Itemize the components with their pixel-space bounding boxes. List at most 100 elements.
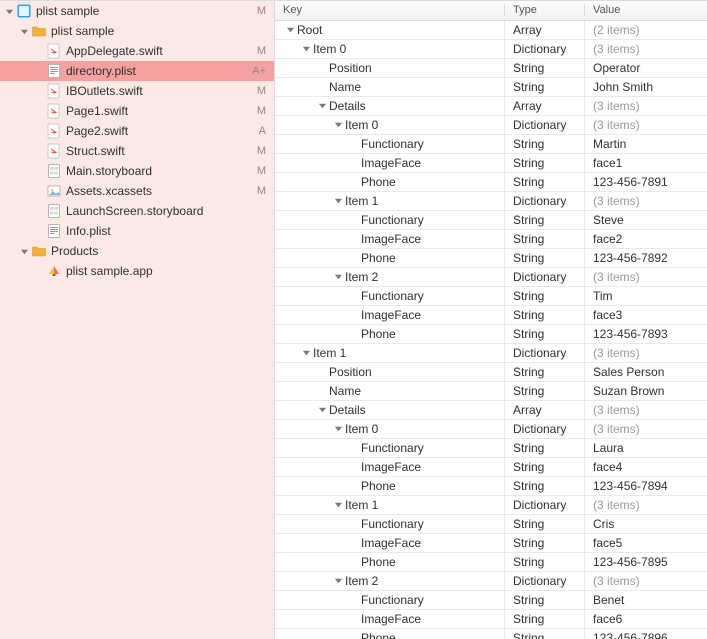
plist-key-cell[interactable]: Functionary	[275, 591, 505, 609]
plist-type-cell[interactable]: String	[505, 477, 585, 495]
plist-type-cell[interactable]: String	[505, 439, 585, 457]
plist-row[interactable]: ImageFaceStringface3	[275, 306, 707, 325]
plist-type-cell[interactable]: String	[505, 59, 585, 77]
plist-value-cell[interactable]: (3 items)	[585, 401, 707, 419]
navigator-item[interactable]: Products	[0, 241, 274, 261]
disclosure-triangle-icon[interactable]	[333, 272, 343, 282]
navigator-item[interactable]: LaunchScreen.storyboard	[0, 201, 274, 221]
plist-type-cell[interactable]: String	[505, 135, 585, 153]
plist-key-cell[interactable]: Functionary	[275, 515, 505, 533]
plist-value-cell[interactable]: Laura	[585, 439, 707, 457]
plist-type-cell[interactable]: String	[505, 363, 585, 381]
plist-key-cell[interactable]: Phone	[275, 553, 505, 571]
plist-value-cell[interactable]: (3 items)	[585, 40, 707, 58]
disclosure-triangle-icon[interactable]	[285, 25, 295, 35]
plist-value-cell[interactable]: 123-456-7896	[585, 629, 707, 639]
plist-key-cell[interactable]: Functionary	[275, 135, 505, 153]
plist-type-cell[interactable]: String	[505, 78, 585, 96]
disclosure-triangle-icon[interactable]	[19, 246, 29, 256]
plist-type-cell[interactable]: String	[505, 553, 585, 571]
plist-value-cell[interactable]: (2 items)	[585, 21, 707, 39]
plist-row[interactable]: FunctionaryStringLaura	[275, 439, 707, 458]
plist-type-cell[interactable]: String	[505, 515, 585, 533]
disclosure-triangle-icon[interactable]	[333, 120, 343, 130]
plist-key-cell[interactable]: Functionary	[275, 287, 505, 305]
plist-value-cell[interactable]: (3 items)	[585, 420, 707, 438]
plist-type-cell[interactable]: String	[505, 230, 585, 248]
plist-type-cell[interactable]: String	[505, 211, 585, 229]
plist-value-cell[interactable]: Suzan Brown	[585, 382, 707, 400]
plist-value-cell[interactable]: face4	[585, 458, 707, 476]
plist-row[interactable]: NameStringJohn Smith	[275, 78, 707, 97]
plist-row[interactable]: Item 2Dictionary(3 items)	[275, 572, 707, 591]
plist-type-cell[interactable]: String	[505, 173, 585, 191]
plist-row[interactable]: PhoneString123-456-7891	[275, 173, 707, 192]
navigator-item[interactable]: Page1.swiftM	[0, 101, 274, 121]
plist-value-cell[interactable]: (3 items)	[585, 572, 707, 590]
plist-type-cell[interactable]: String	[505, 610, 585, 628]
plist-value-cell[interactable]: 123-456-7893	[585, 325, 707, 343]
plist-key-cell[interactable]: ImageFace	[275, 610, 505, 628]
plist-value-cell[interactable]: face1	[585, 154, 707, 172]
plist-row[interactable]: PositionStringSales Person	[275, 363, 707, 382]
plist-key-cell[interactable]: Position	[275, 59, 505, 77]
navigator-item[interactable]: plist sampleM	[0, 1, 274, 21]
plist-key-cell[interactable]: Details	[275, 97, 505, 115]
plist-key-cell[interactable]: Item 0	[275, 40, 505, 58]
plist-key-cell[interactable]: Phone	[275, 325, 505, 343]
disclosure-triangle-icon[interactable]	[333, 576, 343, 586]
plist-row[interactable]: PositionStringOperator	[275, 59, 707, 78]
plist-row[interactable]: ImageFaceStringface6	[275, 610, 707, 629]
plist-key-cell[interactable]: ImageFace	[275, 154, 505, 172]
plist-row[interactable]: PhoneString123-456-7892	[275, 249, 707, 268]
navigator-item[interactable]: Assets.xcassetsM	[0, 181, 274, 201]
plist-value-cell[interactable]: 123-456-7894	[585, 477, 707, 495]
plist-key-cell[interactable]: Name	[275, 78, 505, 96]
plist-value-cell[interactable]: (3 items)	[585, 116, 707, 134]
navigator-item[interactable]: AppDelegate.swiftM	[0, 41, 274, 61]
plist-row[interactable]: FunctionaryStringBenet	[275, 591, 707, 610]
plist-key-cell[interactable]: Phone	[275, 629, 505, 639]
disclosure-triangle-icon[interactable]	[317, 405, 327, 415]
plist-row[interactable]: RootArray(2 items)	[275, 21, 707, 40]
navigator-item[interactable]: plist sample	[0, 21, 274, 41]
plist-row[interactable]: Item 2Dictionary(3 items)	[275, 268, 707, 287]
navigator-item[interactable]: Struct.swiftM	[0, 141, 274, 161]
plist-value-cell[interactable]: face2	[585, 230, 707, 248]
plist-row[interactable]: DetailsArray(3 items)	[275, 97, 707, 116]
disclosure-triangle-icon[interactable]	[333, 424, 343, 434]
plist-value-cell[interactable]: Operator	[585, 59, 707, 77]
plist-value-cell[interactable]: Cris	[585, 515, 707, 533]
plist-row[interactable]: FunctionaryStringCris	[275, 515, 707, 534]
plist-value-cell[interactable]: Tim	[585, 287, 707, 305]
plist-row[interactable]: FunctionaryStringMartin	[275, 135, 707, 154]
plist-value-cell[interactable]: Steve	[585, 211, 707, 229]
plist-key-cell[interactable]: Item 0	[275, 116, 505, 134]
plist-key-cell[interactable]: Phone	[275, 249, 505, 267]
plist-row[interactable]: ImageFaceStringface5	[275, 534, 707, 553]
navigator-item[interactable]: plist sample.app	[0, 261, 274, 281]
plist-type-cell[interactable]: Dictionary	[505, 40, 585, 58]
plist-row[interactable]: ImageFaceStringface2	[275, 230, 707, 249]
plist-type-cell[interactable]: String	[505, 382, 585, 400]
navigator-item[interactable]: Page2.swiftA	[0, 121, 274, 141]
plist-value-cell[interactable]: (3 items)	[585, 344, 707, 362]
disclosure-triangle-icon[interactable]	[301, 348, 311, 358]
plist-value-cell[interactable]: face6	[585, 610, 707, 628]
navigator-item[interactable]: directory.plistA+	[0, 61, 274, 81]
plist-key-cell[interactable]: Item 1	[275, 344, 505, 362]
plist-key-cell[interactable]: Functionary	[275, 211, 505, 229]
plist-value-cell[interactable]: face5	[585, 534, 707, 552]
plist-row[interactable]: Item 0Dictionary(3 items)	[275, 40, 707, 59]
plist-row[interactable]: Item 0Dictionary(3 items)	[275, 116, 707, 135]
plist-row[interactable]: DetailsArray(3 items)	[275, 401, 707, 420]
plist-row[interactable]: Item 1Dictionary(3 items)	[275, 344, 707, 363]
navigator-item[interactable]: Info.plist	[0, 221, 274, 241]
disclosure-triangle-icon[interactable]	[301, 44, 311, 54]
plist-type-cell[interactable]: String	[505, 249, 585, 267]
plist-body[interactable]: RootArray(2 items)Item 0Dictionary(3 ite…	[275, 21, 707, 639]
plist-key-cell[interactable]: Position	[275, 363, 505, 381]
plist-value-cell[interactable]: 123-456-7892	[585, 249, 707, 267]
plist-type-cell[interactable]: Dictionary	[505, 116, 585, 134]
plist-row[interactable]: NameStringSuzan Brown	[275, 382, 707, 401]
